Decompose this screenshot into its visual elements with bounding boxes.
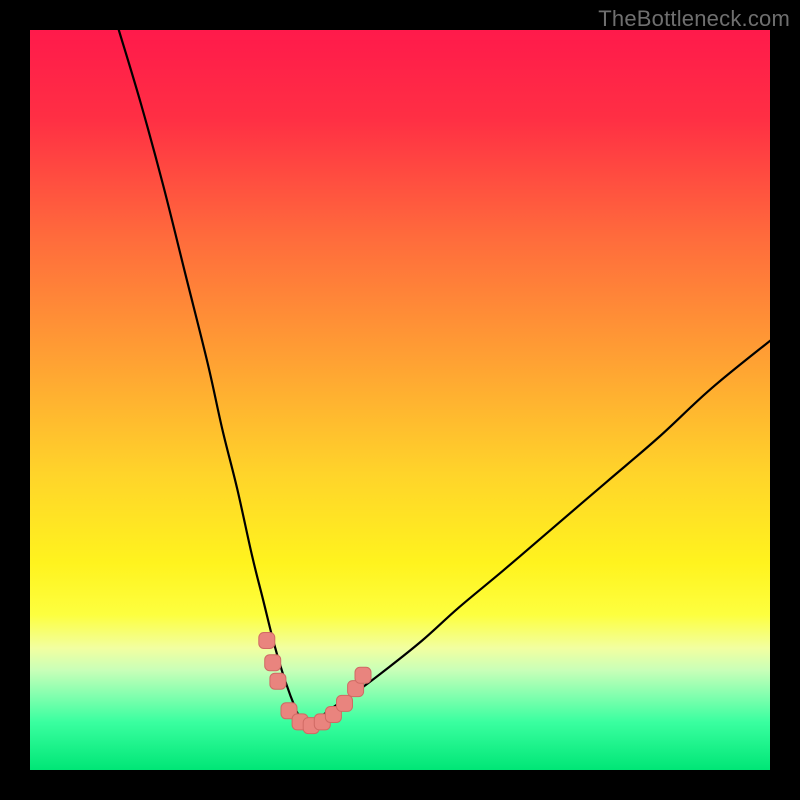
chart-frame: TheBottleneck.com: [0, 0, 800, 800]
marker: [265, 655, 281, 671]
marker: [337, 695, 353, 711]
curve-layer: [30, 30, 770, 770]
plot-area: [30, 30, 770, 770]
marker: [259, 633, 275, 649]
marker: [270, 673, 286, 689]
marker: [355, 667, 371, 683]
watermark-text: TheBottleneck.com: [598, 6, 790, 32]
left-branch-line: [119, 30, 304, 726]
right-branch-line: [304, 341, 770, 726]
